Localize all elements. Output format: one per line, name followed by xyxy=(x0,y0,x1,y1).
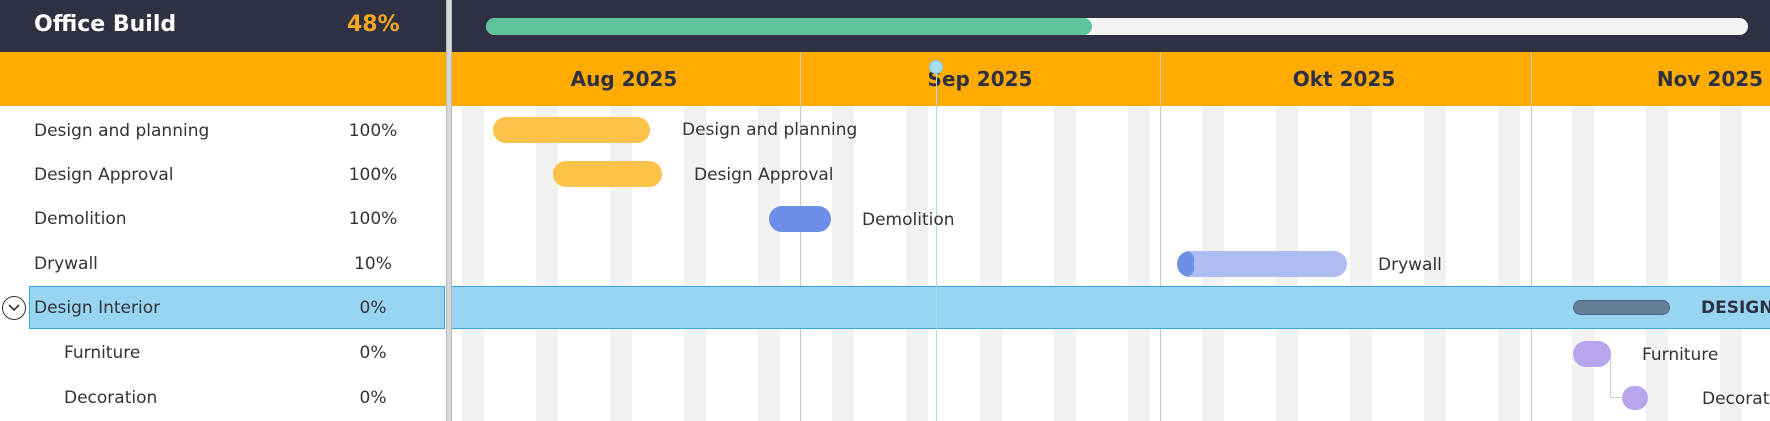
task-bar-decoration[interactable] xyxy=(1622,386,1648,410)
summary-bar-label: DESIGN xyxy=(1701,298,1770,318)
weekend-stripe xyxy=(1498,106,1520,421)
overall-progress-fill xyxy=(486,18,1092,35)
task-bar-progress xyxy=(493,117,650,143)
task-name: Drywall xyxy=(34,254,98,274)
dependency-line xyxy=(1610,397,1622,398)
task-name: Design Interior xyxy=(34,298,161,318)
month-separator xyxy=(1531,52,1532,421)
task-progress: 0% xyxy=(359,298,387,318)
month-label-sep: Sep 2025 xyxy=(927,67,1033,91)
weekend-stripe xyxy=(462,106,484,421)
grid-header-band xyxy=(0,52,446,106)
task-progress: 10% xyxy=(354,254,392,274)
task-name: Design Approval xyxy=(34,165,174,185)
task-progress: 0% xyxy=(359,388,387,408)
month-separator xyxy=(800,52,801,421)
task-row-demolition[interactable]: Demolition 100% xyxy=(0,197,446,241)
weekend-stripe xyxy=(1350,106,1372,421)
task-row-furniture[interactable]: Furniture 0% xyxy=(0,331,446,375)
overall-progress-bar xyxy=(486,18,1748,35)
task-name: Design and planning xyxy=(34,121,210,141)
weekend-stripe xyxy=(536,106,558,421)
task-progress: 100% xyxy=(348,165,398,185)
weekend-stripe xyxy=(684,106,706,421)
month-label-okt: Okt 2025 xyxy=(1292,67,1396,91)
weekend-stripe xyxy=(1054,106,1076,421)
task-progress: 100% xyxy=(348,121,398,141)
task-bar-label: Design and planning xyxy=(682,120,858,140)
task-bar-progress xyxy=(769,206,831,232)
task-row-drywall[interactable]: Drywall 10% xyxy=(0,242,446,286)
task-name: Demolition xyxy=(34,209,127,229)
weekend-stripe xyxy=(906,106,928,421)
today-line xyxy=(936,66,937,421)
task-bar-design-approval[interactable] xyxy=(553,161,662,187)
task-name: Decoration xyxy=(64,388,158,408)
today-marker[interactable] xyxy=(929,60,943,74)
month-label-nov: Nov 2025 xyxy=(1656,67,1764,91)
weekend-stripe xyxy=(610,106,632,421)
task-row-design-approval[interactable]: Design Approval 100% xyxy=(0,153,446,197)
task-bar-label: Decorati xyxy=(1702,389,1770,409)
timeline-header xyxy=(452,0,1770,52)
task-row-decoration[interactable]: Decoration 0% xyxy=(0,376,446,420)
task-bar-label: Furniture xyxy=(1642,345,1719,365)
task-bar-label: Design Approval xyxy=(694,165,834,185)
task-bar-furniture[interactable] xyxy=(1573,341,1611,367)
task-bar-drywall[interactable] xyxy=(1177,251,1347,277)
task-progress: 0% xyxy=(359,343,387,363)
gantt-timeline: Aug 2025 Sep 2025 Okt 2025 Nov 2025 Desi… xyxy=(452,0,1770,421)
task-name: Furniture xyxy=(64,343,141,363)
task-grid: Office Build 48% Design and planning 100… xyxy=(0,0,446,421)
weekend-stripe xyxy=(1128,106,1150,421)
weekend-stripe xyxy=(1646,106,1668,421)
project-progress: 48% xyxy=(347,12,400,37)
task-bar-demolition[interactable] xyxy=(769,206,831,232)
month-separator xyxy=(1160,52,1161,421)
task-bar-label: Drywall xyxy=(1378,255,1442,275)
task-bar-design-and-planning[interactable] xyxy=(493,117,650,143)
task-bar-label: Demolition xyxy=(862,210,955,230)
weekend-stripe xyxy=(758,106,780,421)
month-label-aug: Aug 2025 xyxy=(570,67,678,91)
task-row-design-interior[interactable]: Design Interior 0% xyxy=(0,286,446,330)
task-progress: 100% xyxy=(348,209,398,229)
task-bar-progress xyxy=(553,161,662,187)
weekend-stripe xyxy=(1720,106,1742,421)
dependency-line xyxy=(1610,355,1611,397)
project-title: Office Build xyxy=(34,12,177,37)
project-header: Office Build 48% xyxy=(0,0,446,52)
weekend-stripe xyxy=(832,106,854,421)
task-bar-progress xyxy=(1177,251,1194,277)
summary-bar-design-interior[interactable] xyxy=(1573,300,1670,315)
weekend-stripe xyxy=(1572,106,1594,421)
task-row-design-and-planning[interactable]: Design and planning 100% xyxy=(0,109,446,153)
weekend-stripe xyxy=(980,106,1002,421)
